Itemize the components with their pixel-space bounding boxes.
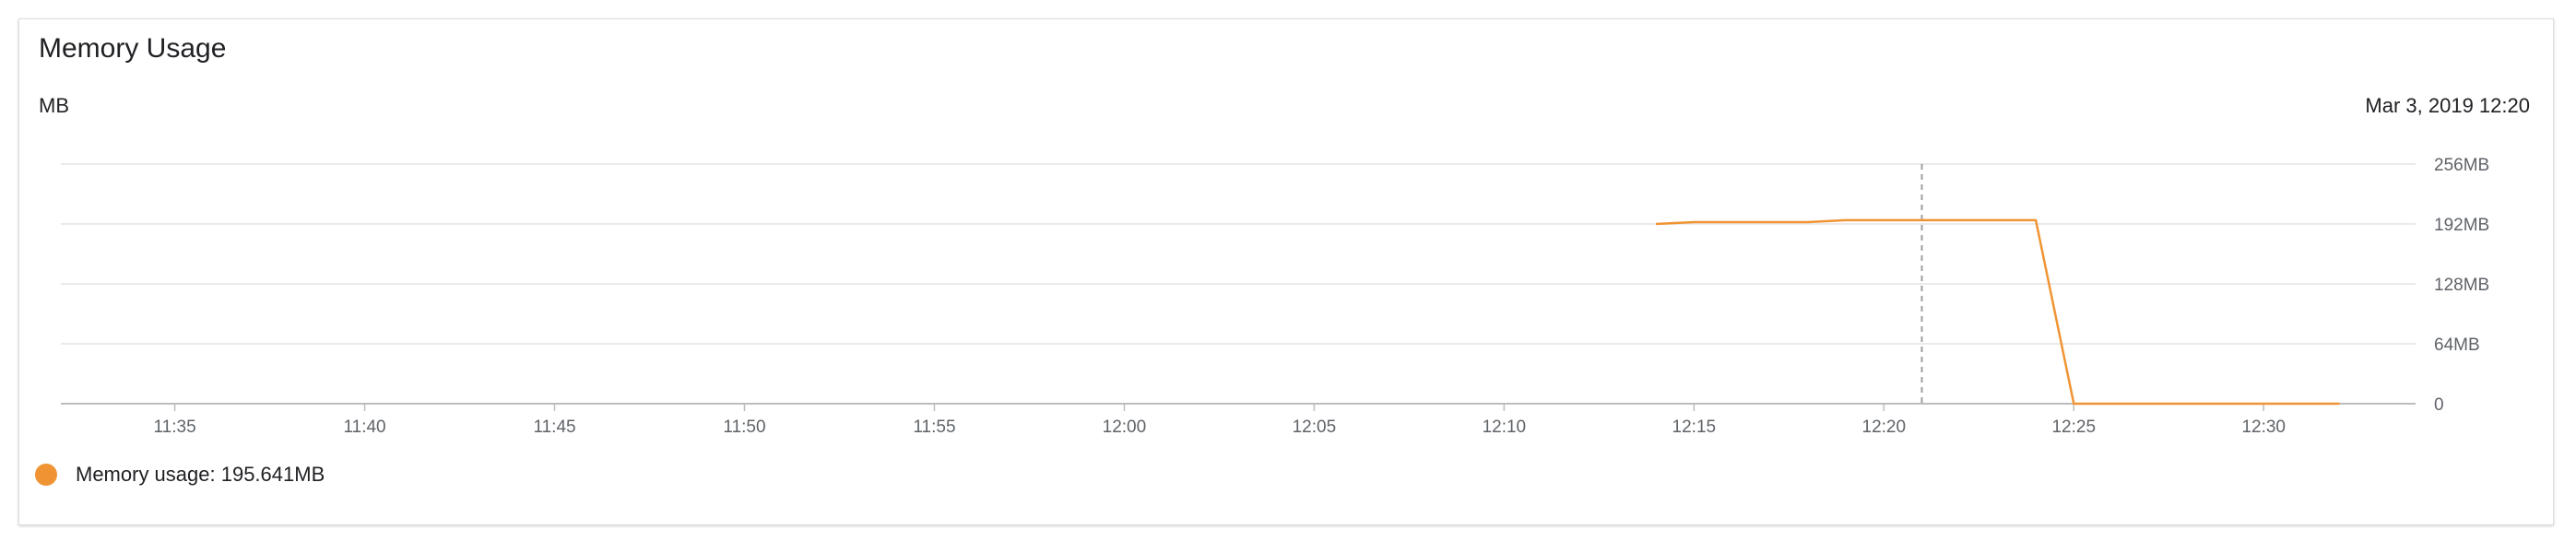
y-tick-label: 0 (2434, 395, 2444, 415)
x-tick-label: 12:10 (1483, 418, 1527, 437)
x-tick-label: 12:30 (2241, 418, 2286, 437)
y-tick-label: 192MB (2434, 216, 2489, 235)
x-tick-label: 12:25 (2051, 418, 2096, 437)
memory-line-chart[interactable]: 0 64MB 128MB 192MB 256MB 11:35 11:40 11:45 11:50… (0, 0, 2576, 553)
x-tick-label: 12:20 (1862, 418, 1907, 437)
x-tick-label: 11:50 (723, 418, 765, 437)
x-tick-label: 12:00 (1103, 418, 1147, 437)
x-tick-label: 11:35 (154, 418, 196, 437)
x-tick-label: 11:55 (913, 418, 955, 437)
y-tick-label: 64MB (2434, 335, 2480, 355)
y-tick-label: 128MB (2434, 276, 2489, 295)
memory-usage-series-line (1656, 218, 2340, 406)
x-tick-label: 12:05 (1293, 418, 1337, 437)
legend[interactable]: Memory usage: 195.641MB (35, 463, 325, 487)
x-tick-label: 11:40 (343, 418, 385, 437)
x-tick-label: 12:15 (1672, 418, 1717, 437)
y-tick-label: 256MB (2434, 156, 2489, 175)
legend-swatch (35, 464, 57, 486)
legend-label: Memory usage: 195.641MB (76, 463, 325, 486)
x-tick-label: 11:45 (533, 418, 575, 437)
